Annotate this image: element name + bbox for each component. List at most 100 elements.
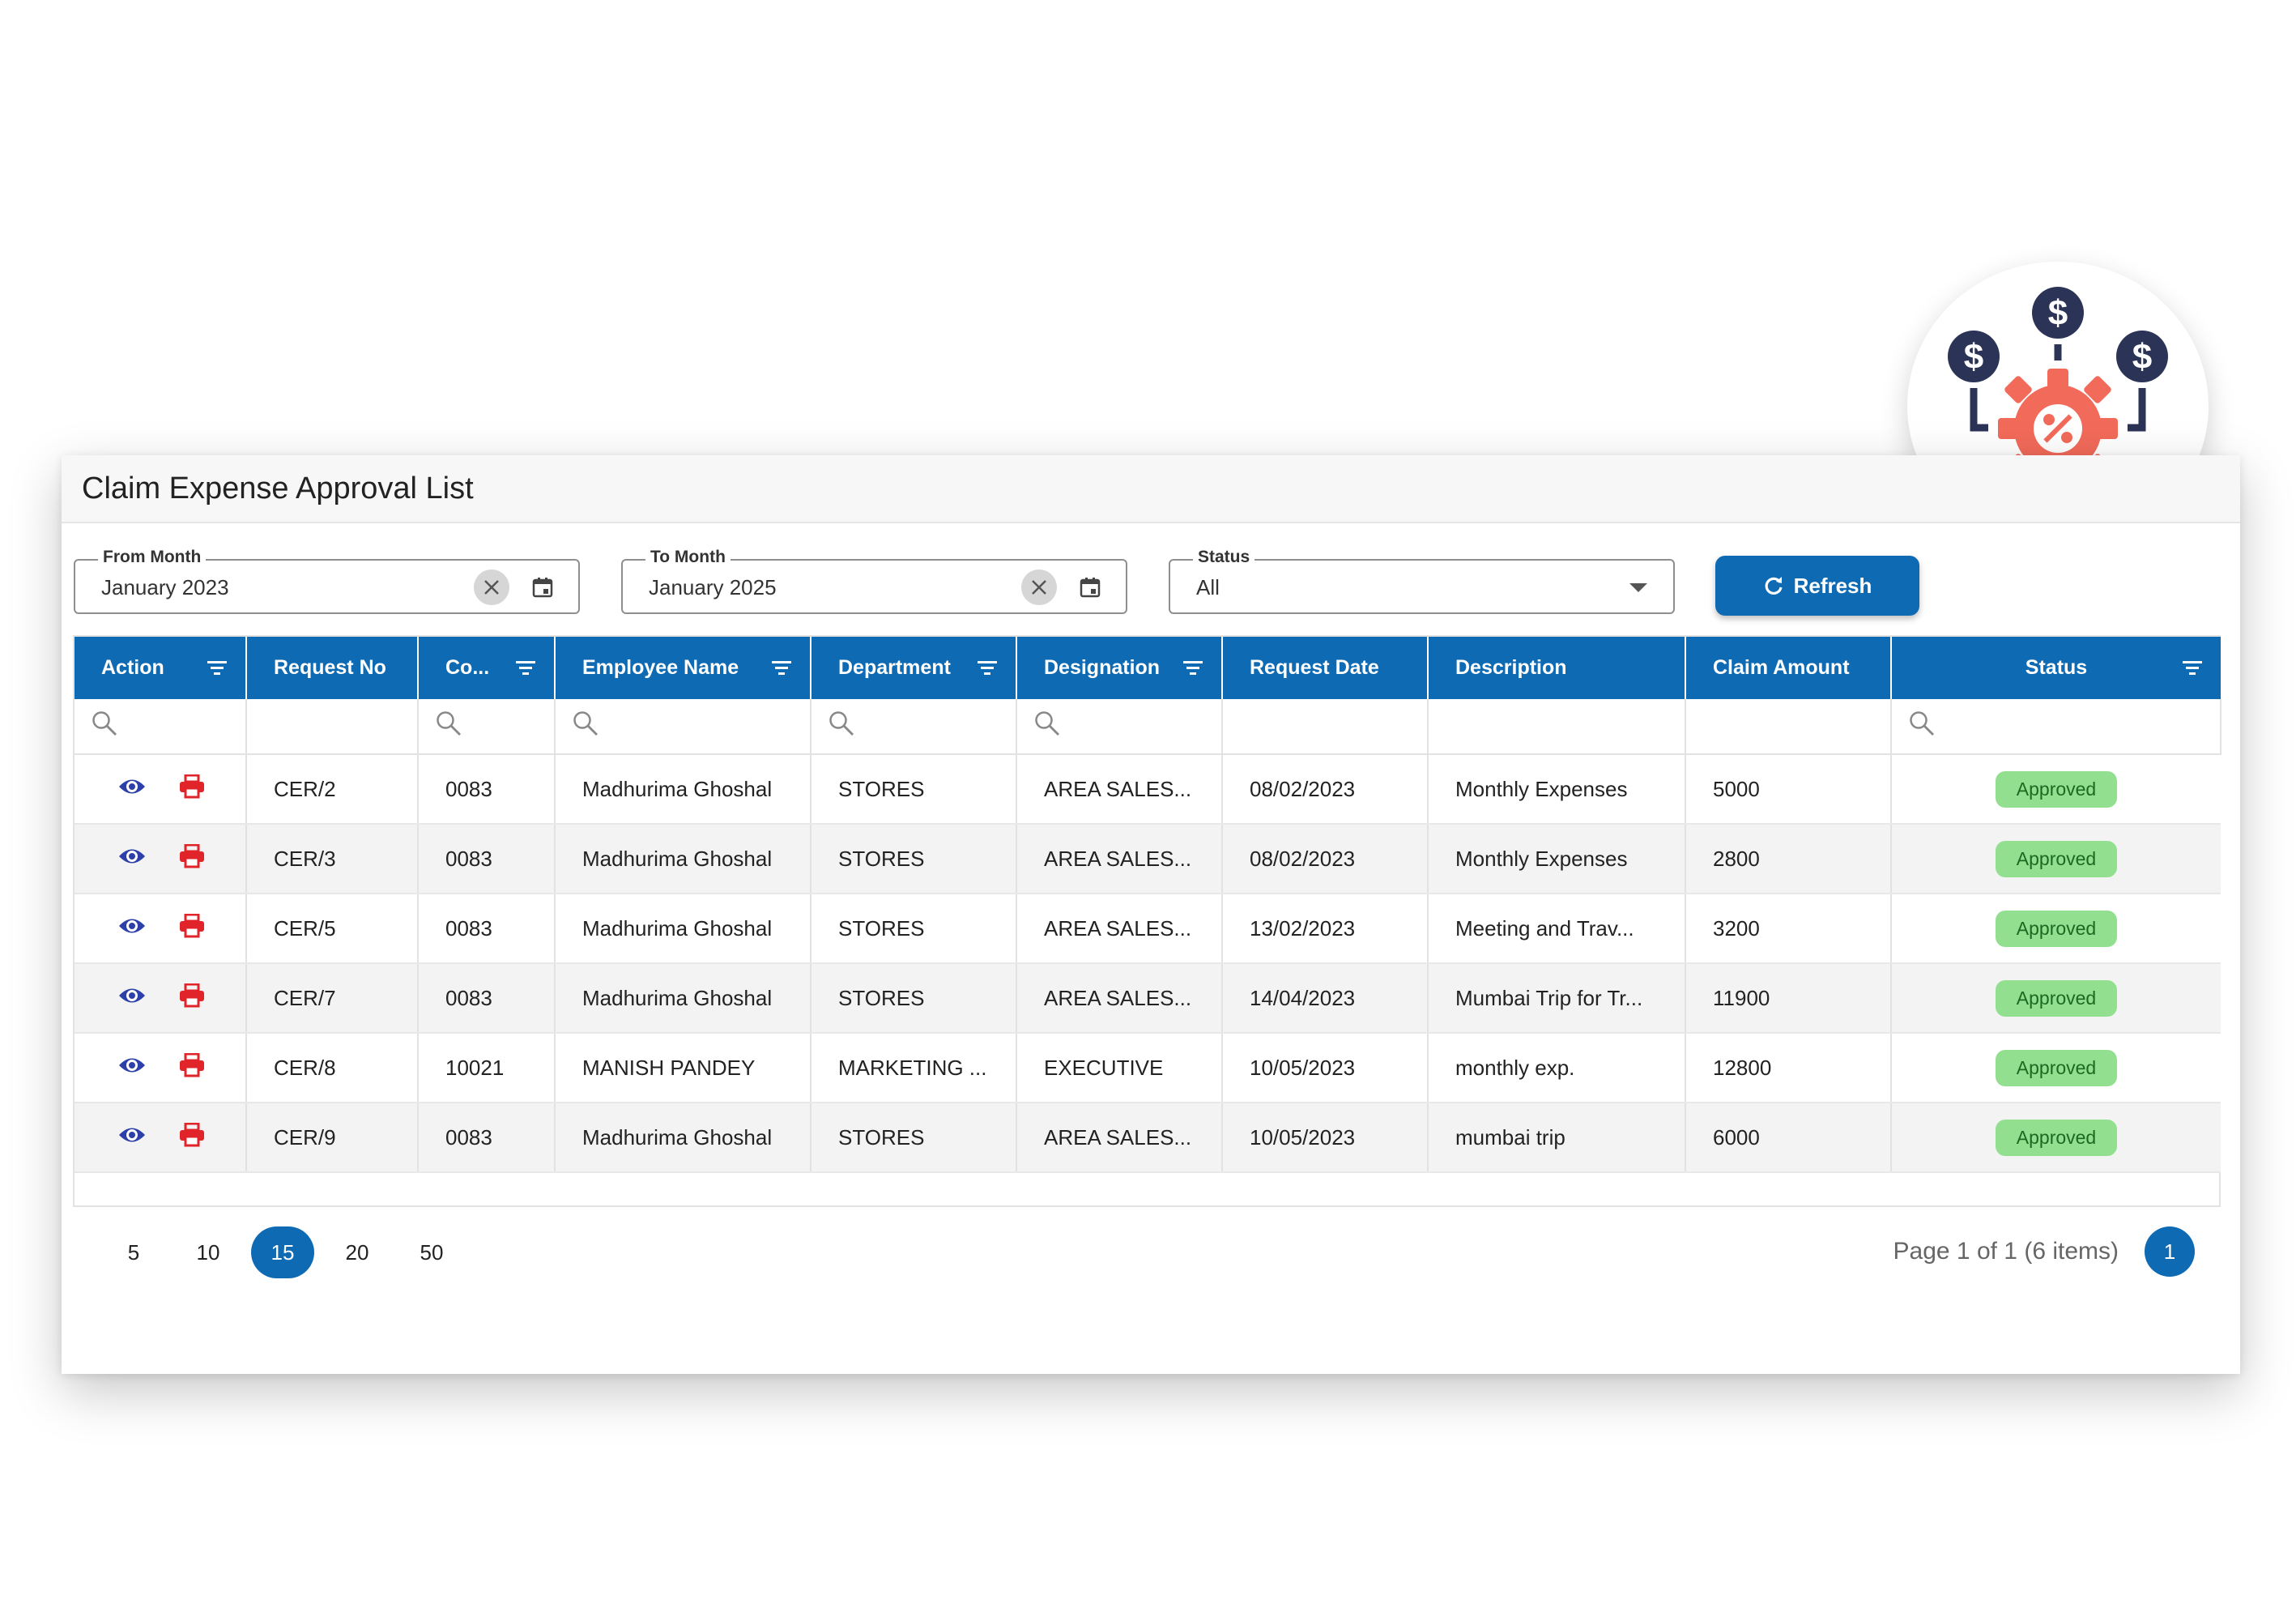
status-value: All <box>1196 575 1220 599</box>
column-header-status[interactable]: Status <box>1891 637 2221 699</box>
column-header-department[interactable]: Department <box>811 637 1017 699</box>
code-cell: 0083 <box>418 824 556 894</box>
table-row[interactable]: CER/3 0083 Madhurima Ghoshal STORES AREA SAL… <box>75 824 2221 894</box>
filter-cell-code[interactable] <box>418 699 556 755</box>
status-badge: Approved <box>1995 910 2118 947</box>
column-header-request-no[interactable]: Request No <box>246 637 419 699</box>
action-cell <box>75 894 247 964</box>
request-date-cell: 13/02/2023 <box>1222 894 1429 964</box>
column-header-description[interactable]: Description <box>1428 637 1686 699</box>
filter-cell-status[interactable] <box>1891 699 2221 755</box>
filter-icon[interactable] <box>2182 659 2203 683</box>
filter-icon[interactable] <box>1182 659 1203 683</box>
request-no-cell: CER/5 <box>246 894 419 964</box>
status-cell: Approved <box>1891 963 2221 1034</box>
search-icon <box>437 711 461 736</box>
page-info: Page 1 of 1 (6 items) <box>1893 1238 2119 1265</box>
page-size-10[interactable]: 10 <box>177 1226 240 1278</box>
column-header-designation[interactable]: Designation <box>1016 637 1223 699</box>
printer-icon[interactable] <box>179 1052 205 1083</box>
page-size-5[interactable]: 5 <box>102 1226 165 1278</box>
calendar-icon[interactable] <box>529 574 556 601</box>
svg-text:$: $ <box>1964 337 1983 377</box>
action-cell <box>75 824 247 894</box>
svg-text:$: $ <box>2132 337 2152 377</box>
table-row[interactable]: CER/8 10021 MANISH PANDEY MARKETING ... EXEC… <box>75 1033 2221 1103</box>
column-header-request-date[interactable]: Request Date <box>1222 637 1429 699</box>
clear-icon[interactable] <box>474 569 509 605</box>
action-cell <box>75 1103 247 1173</box>
designation-cell: AREA SALES... <box>1016 963 1223 1034</box>
eye-icon[interactable] <box>117 1124 147 1151</box>
table-row[interactable]: CER/7 0083 Madhurima Ghoshal STORES AREA SAL… <box>75 963 2221 1034</box>
code-cell: 0083 <box>418 754 556 825</box>
filter-cell-designation[interactable] <box>1016 699 1223 755</box>
filter-cell-employee[interactable] <box>555 699 811 755</box>
code-cell: 0083 <box>418 963 556 1034</box>
column-header-employee-name[interactable]: Employee Name <box>555 637 811 699</box>
table-row[interactable]: CER/2 0083 Madhurima Ghoshal STORES AREA SAL… <box>75 754 2221 825</box>
to-month-field[interactable]: To Month January 2025 <box>621 548 1127 614</box>
request-no-cell: CER/7 <box>246 963 419 1034</box>
status-select[interactable]: Status All <box>1169 548 1675 614</box>
page-number-button[interactable]: 1 <box>2145 1226 2195 1277</box>
designation-cell: AREA SALES... <box>1016 1103 1223 1173</box>
claim-amount-cell: 5000 <box>1685 754 1892 825</box>
description-cell: Meeting and Trav... <box>1428 894 1686 964</box>
page-title: Claim Expense Approval List <box>82 471 474 505</box>
filter-cell-action[interactable] <box>75 699 247 755</box>
table-row[interactable]: CER/5 0083 Madhurima Ghoshal STORES AREA SAL… <box>75 894 2221 964</box>
filter-icon[interactable] <box>771 659 792 683</box>
from-month-value: January 2023 <box>101 575 229 599</box>
eye-icon[interactable] <box>117 985 147 1012</box>
status-cell: Approved <box>1891 1033 2221 1103</box>
employee-cell: Madhurima Ghoshal <box>555 963 811 1034</box>
filter-cell-request-date <box>1222 699 1429 755</box>
status-label: Status <box>1193 548 1255 567</box>
status-badge: Approved <box>1995 979 2118 1017</box>
printer-icon[interactable] <box>179 983 205 1013</box>
chevron-down-icon[interactable] <box>1629 583 1647 592</box>
request-no-cell: CER/9 <box>246 1103 419 1173</box>
eye-icon[interactable] <box>117 915 147 942</box>
request-date-cell: 08/02/2023 <box>1222 824 1429 894</box>
page-size-20[interactable]: 20 <box>326 1226 389 1278</box>
request-no-cell: CER/8 <box>246 1033 419 1103</box>
filter-row <box>75 699 2221 755</box>
claim-expense-panel: Claim Expense Approval List From Month J… <box>62 455 2240 1374</box>
page-size-50[interactable]: 50 <box>400 1226 463 1278</box>
calendar-icon[interactable] <box>1076 574 1104 601</box>
eye-icon[interactable] <box>117 776 147 803</box>
column-header-claim-amount[interactable]: Claim Amount <box>1685 637 1892 699</box>
status-badge: Approved <box>1995 1119 2118 1156</box>
printer-icon[interactable] <box>179 1122 205 1153</box>
column-header-code[interactable]: Co... <box>418 637 556 699</box>
printer-icon[interactable] <box>179 843 205 874</box>
status-badge: Approved <box>1995 840 2118 877</box>
clear-icon[interactable] <box>1021 569 1057 605</box>
printer-icon[interactable] <box>179 774 205 804</box>
filter-cell-request-no <box>246 699 419 755</box>
refresh-button[interactable]: Refresh <box>1715 556 1919 616</box>
eye-icon[interactable] <box>117 1055 147 1081</box>
department-cell: STORES <box>811 754 1017 825</box>
search-icon <box>1035 711 1059 736</box>
table-row[interactable]: CER/9 0083 Madhurima Ghoshal STORES AREA SAL… <box>75 1103 2221 1173</box>
claim-amount-cell: 6000 <box>1685 1103 1892 1173</box>
filter-icon[interactable] <box>515 659 536 683</box>
column-header-action[interactable]: Action <box>75 637 247 699</box>
filter-icon[interactable] <box>207 659 228 683</box>
search-icon <box>573 711 598 736</box>
code-cell: 10021 <box>418 1033 556 1103</box>
claim-amount-cell: 3200 <box>1685 894 1892 964</box>
claim-amount-cell: 11900 <box>1685 963 1892 1034</box>
filter-icon[interactable] <box>977 659 998 683</box>
printer-icon[interactable] <box>179 913 205 944</box>
from-month-field[interactable]: From Month January 2023 <box>74 548 580 614</box>
eye-icon[interactable] <box>117 846 147 872</box>
description-cell: Monthly Expenses <box>1428 754 1686 825</box>
code-cell: 0083 <box>418 894 556 964</box>
description-cell: mumbai trip <box>1428 1103 1686 1173</box>
page-size-15[interactable]: 15 <box>251 1226 314 1278</box>
filter-cell-department[interactable] <box>811 699 1017 755</box>
